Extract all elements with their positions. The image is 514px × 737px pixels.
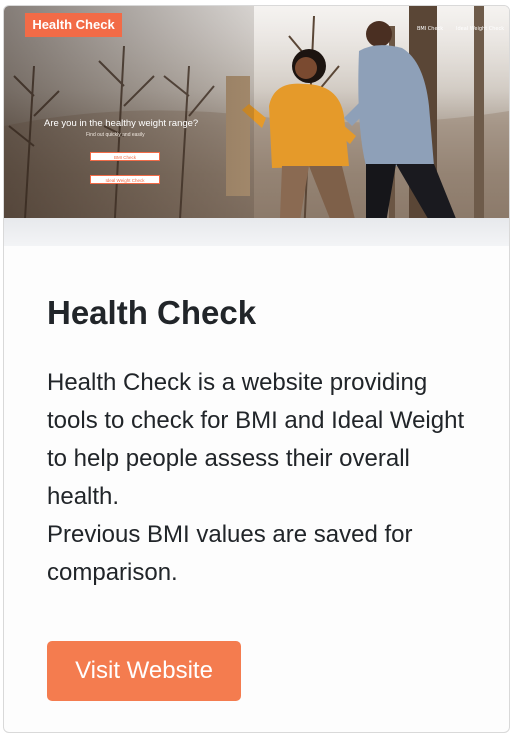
preview-nav-bmi-check: BMI Check (417, 26, 444, 32)
visit-website-button[interactable]: Visit Website (47, 641, 241, 701)
card-title: Health Check (47, 294, 257, 331)
preview-logo: Health Check (25, 13, 122, 37)
card-description-line-1: Health Check is a website providing tool… (47, 369, 465, 510)
preview-bmi-button: BMI Check (90, 152, 160, 161)
preview-hero-title: Are you in the healthy weight range? (44, 118, 199, 129)
card-description: Health Check is a website providing tool… (47, 364, 477, 592)
preview-hero-subtitle: Find out quickly and easily (86, 132, 145, 138)
preview-snow (4, 218, 509, 246)
preview-nav-ideal-weight-check: Ideal Weight Check (456, 26, 505, 32)
preview-ideal-weight-button: Ideal Weight Check (90, 175, 160, 184)
website-preview-image: Health Check BMI Check Ideal Weight Chec… (4, 6, 509, 246)
card-description-line-2: Previous BMI values are saved for compar… (47, 521, 413, 586)
project-card: Health Check BMI Check Ideal Weight Chec… (3, 5, 510, 733)
